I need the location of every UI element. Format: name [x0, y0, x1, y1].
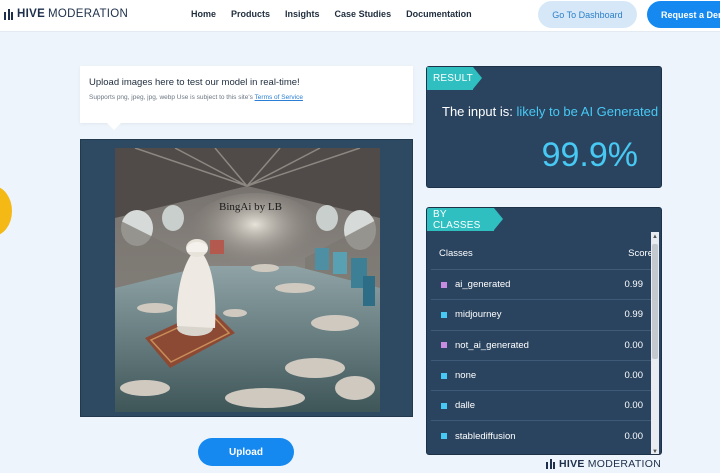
class-color-dot: [441, 372, 447, 379]
class-row-none: none 0.00: [431, 359, 652, 390]
score-column-header: Score: [628, 248, 653, 259]
class-score: 0.99: [624, 279, 644, 291]
upload-subtitle: Supports png, jpeg, jpg, webp Use is sub…: [89, 94, 303, 101]
class-row-ai-generated: ai_generated 0.99: [431, 269, 652, 299]
terms-of-service-link[interactable]: Terms of Service: [255, 94, 303, 101]
upload-title: Upload images here to test our model in …: [89, 77, 300, 88]
class-color-dot: [441, 402, 447, 409]
class-name: dalle: [455, 400, 476, 412]
class-row-stablediffusion: stablediffusion 0.00: [431, 420, 652, 450]
class-score: 0.00: [624, 370, 644, 382]
classes-scrollbar[interactable]: ▲ ▼: [651, 232, 659, 454]
scroll-down-arrow-icon[interactable]: ▼: [652, 449, 658, 454]
class-color-dot: [441, 433, 447, 440]
class-score: 0.00: [624, 400, 644, 412]
classes-card: BY CLASSES Classes Score ai_generated 0.…: [426, 207, 662, 455]
nav-insights[interactable]: Insights: [285, 9, 320, 19]
classes-table-header: Classes Score: [439, 248, 653, 259]
result-card: RESULT The input is: likely to be AI Gen…: [426, 66, 662, 188]
classes-column-header: Classes: [439, 248, 473, 259]
class-name: none: [455, 370, 477, 382]
class-name: not_ai_generated: [455, 339, 529, 351]
uploaded-image: BingAi by LB: [115, 148, 380, 412]
classes-tag: BY CLASSES: [427, 208, 503, 231]
nav-products[interactable]: Products: [231, 9, 270, 19]
result-verdict: likely to be AI Generated: [516, 104, 659, 119]
nav-documentation[interactable]: Documentation: [406, 9, 472, 19]
class-color-dot: [441, 342, 447, 349]
class-name: stablediffusion: [455, 430, 516, 442]
result-confidence-value: 99.9%: [541, 136, 638, 174]
logo-brand: HIVE: [17, 8, 46, 20]
result-text: The input is: likely to be AI Generated: [442, 104, 658, 119]
class-row-midjourney: midjourney 0.99: [431, 299, 652, 329]
nav-home[interactable]: Home: [191, 9, 216, 19]
class-color-dot: [441, 281, 447, 288]
class-row-dalle: dalle 0.00: [431, 390, 652, 420]
image-preview-panel: BingAi by LB: [80, 139, 413, 417]
hive-logo-icon: [4, 8, 13, 20]
request-demo-button[interactable]: Request a Demo: [647, 1, 720, 28]
class-score: 0.00: [624, 430, 644, 442]
class-name: midjourney: [455, 309, 502, 321]
classes-list: ai_generated 0.99 midjourney 0.99 not_ai…: [431, 269, 652, 451]
nav-case-studies[interactable]: Case Studies: [335, 9, 392, 19]
hive-logo-icon: [546, 459, 555, 469]
footer-logo-brand: HIVE: [559, 458, 585, 470]
footer-logo-suffix: MODERATION: [587, 458, 662, 470]
class-score: 0.00: [624, 339, 644, 351]
class-score: 0.99: [624, 309, 644, 321]
class-row-not-ai-generated: not_ai_generated 0.00: [431, 329, 652, 360]
image-watermark-text: BingAi by LB: [219, 201, 282, 213]
chat-widget-bubble[interactable]: [0, 186, 12, 236]
scrollbar-thumb[interactable]: [652, 244, 658, 359]
class-name: ai_generated: [455, 279, 511, 291]
top-nav-bar: HIVE MODERATION Home Products Insights C…: [0, 0, 720, 32]
go-to-dashboard-button[interactable]: Go To Dashboard: [538, 1, 637, 28]
result-prefix: The input is:: [442, 104, 513, 119]
logo-suffix: MODERATION: [48, 8, 129, 20]
upload-instructions-card: Upload images here to test our model in …: [80, 66, 413, 130]
main-nav: Home Products Insights Case Studies Docu…: [191, 9, 487, 19]
scroll-up-arrow-icon[interactable]: ▲: [652, 234, 658, 240]
upload-button[interactable]: Upload: [198, 438, 294, 466]
hive-logo[interactable]: HIVE MODERATION: [4, 8, 128, 20]
upload-supported-formats: Supports png, jpeg, jpg, webp Use is sub…: [89, 94, 253, 101]
result-tag: RESULT: [427, 67, 482, 90]
footer-hive-logo: HIVE MODERATION: [546, 458, 661, 470]
class-color-dot: [441, 311, 447, 318]
